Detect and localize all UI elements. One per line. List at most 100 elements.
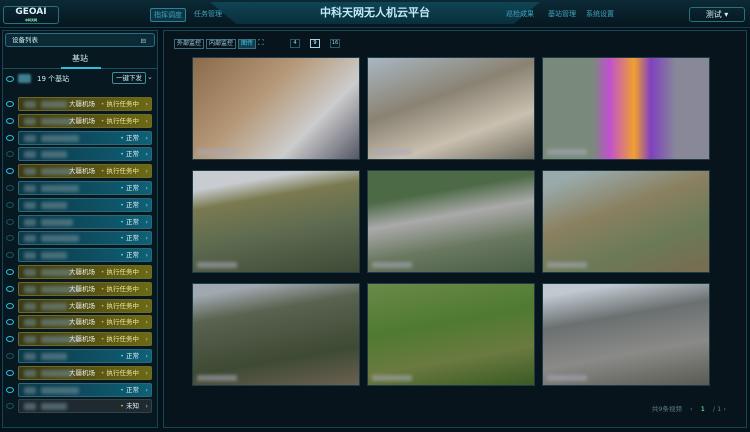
eye-icon[interactable]: [6, 353, 14, 359]
station-status: • 正常: [120, 251, 139, 260]
station-row[interactable]: • 正常 ›: [18, 231, 152, 246]
station-status: • 执行任务中: [100, 268, 139, 276]
eye-icon[interactable]: [6, 252, 14, 259]
station-row[interactable]: 大疆机场 • 执行任务中 ›: [18, 315, 152, 330]
station-name: 大疆机场: [69, 368, 95, 377]
nav-results[interactable]: 巡检成果: [506, 9, 534, 19]
video-caption: [197, 149, 237, 155]
eye-icon[interactable]: [6, 76, 14, 82]
grid-9-button[interactable]: 9: [310, 39, 320, 48]
video-feed-fish-ponds[interactable]: [192, 170, 360, 273]
eye-icon[interactable]: [6, 168, 14, 175]
nav-settings[interactable]: 系统设置: [586, 9, 614, 19]
chevron-right-icon: ›: [145, 167, 148, 176]
station-status: • 正常: [120, 217, 139, 226]
station-row[interactable]: 大疆机场 • 执行任务中 ›: [18, 281, 152, 296]
station-status: • 执行任务中: [100, 167, 139, 176]
station-row[interactable]: 大疆机场 • 执行任务中 ›: [18, 97, 152, 111]
eye-icon[interactable]: [6, 101, 14, 107]
station-row[interactable]: • 正常 ›: [18, 181, 152, 195]
station-row[interactable]: 大疆机场 • 执行任务中 ›: [18, 113, 152, 128]
video-feed-town-rooftops[interactable]: [367, 57, 535, 160]
station-row[interactable]: 大疆机场 • 执行任务中 ›: [18, 298, 152, 313]
station-row[interactable]: • 正常 ›: [18, 130, 152, 145]
tab-internal-monitor[interactable]: 内部监控: [206, 39, 237, 49]
eye-icon[interactable]: [6, 269, 14, 275]
pagination: 共9条视频 ‹ 1 / 1 ›: [652, 403, 726, 413]
station-count: 19 个基站: [37, 75, 70, 83]
user-menu[interactable]: 测试 ▾: [689, 7, 745, 22]
eye-icon[interactable]: [6, 302, 14, 309]
station-row[interactable]: 大疆机场 • 执行任务中 ›: [18, 332, 152, 347]
eye-icon[interactable]: [6, 235, 14, 242]
chevron-right-icon: ›: [145, 385, 148, 394]
video-caption: [372, 375, 412, 381]
nav-command[interactable]: 指挥调度: [150, 8, 186, 22]
chevron-right-icon: ›: [145, 301, 148, 310]
nav-tasks[interactable]: 任务管理: [194, 9, 222, 19]
eye-icon[interactable]: [6, 319, 14, 326]
station-status: • 正常: [120, 133, 139, 142]
page-title: 中科天网无人机云平台: [210, 2, 540, 24]
tab-image-transmission[interactable]: 图传: [238, 39, 257, 49]
chevron-right-icon: ›: [145, 100, 148, 108]
video-caption: [547, 375, 587, 381]
station-name: 大疆机场: [69, 284, 95, 293]
eye-icon[interactable]: [6, 386, 14, 393]
station-row[interactable]: • 正常 ›: [18, 382, 152, 397]
eye-icon[interactable]: [6, 218, 14, 225]
station-row[interactable]: • 正常 ›: [18, 214, 152, 229]
station-row[interactable]: • 正常 ›: [18, 147, 152, 162]
chevron-right-icon: ›: [145, 284, 148, 293]
video-feed-thermal-overlay[interactable]: [542, 57, 710, 160]
station-row[interactable]: 大疆机场 • 执行任务中 ›: [18, 265, 152, 279]
video-feed-village-fields[interactable]: [542, 170, 710, 273]
tab-external-monitor[interactable]: 外部监控: [174, 39, 205, 49]
station-status: • 正常: [120, 385, 139, 394]
grid-16-button[interactable]: 16: [330, 39, 340, 48]
logo: GEOAI 中科天网: [3, 6, 59, 24]
device-list-header: 设备列表 ⊟: [5, 33, 155, 47]
video-feed-forest-hills[interactable]: [192, 283, 360, 386]
collapse-icon[interactable]: ⊟: [141, 35, 146, 47]
station-row[interactable]: • 正常 ›: [18, 349, 152, 363]
station-row[interactable]: 大疆机场 • 执行任务中 ›: [18, 164, 152, 179]
chevron-right-icon: ›: [145, 402, 148, 411]
fullscreen-icon[interactable]: ⛶: [258, 38, 264, 48]
video-feed-farmland-tower[interactable]: [367, 283, 535, 386]
dispatch-all-button[interactable]: 一键下发: [112, 72, 146, 84]
chevron-right-icon: ›: [145, 352, 148, 360]
station-row[interactable]: • 正常 ›: [18, 197, 152, 212]
video-caption: [197, 262, 237, 268]
video-feed-highway[interactable]: [542, 283, 710, 386]
station-status: • 正常: [120, 352, 139, 360]
video-feed-construction-hillside[interactable]: [192, 57, 360, 160]
video-caption: [372, 262, 412, 268]
eye-icon[interactable]: [6, 369, 14, 376]
current-page[interactable]: 1: [701, 405, 705, 413]
video-feed-reservoir-village[interactable]: [367, 170, 535, 273]
station-row[interactable]: • 未知 ›: [18, 399, 152, 414]
station-status: • 执行任务中: [100, 368, 139, 377]
tab-stations[interactable]: 基站: [3, 53, 157, 69]
eye-icon[interactable]: [6, 336, 14, 343]
eye-icon[interactable]: [6, 134, 14, 141]
device-list-panel: 设备列表 ⊟ 基站 19 个基站 一键下发 ⌄ 大疆机场 • 执行任务中 › 大疆…: [2, 30, 158, 428]
station-status: • 执行任务中: [100, 116, 139, 125]
station-status: • 正常: [120, 234, 139, 243]
eye-icon[interactable]: [6, 201, 14, 208]
chevron-right-icon: ›: [145, 116, 148, 125]
eye-icon[interactable]: [6, 151, 14, 158]
prev-page-button[interactable]: ‹: [690, 405, 693, 413]
eye-icon[interactable]: [6, 117, 14, 124]
eye-icon[interactable]: [6, 185, 14, 191]
eye-icon[interactable]: [6, 403, 14, 410]
video-count: 共9条视频: [651, 405, 682, 413]
nav-stations[interactable]: 基站管理: [548, 9, 576, 19]
eye-icon[interactable]: [6, 285, 14, 292]
grid-4-button[interactable]: 4: [290, 39, 300, 48]
station-row[interactable]: • 正常 ›: [18, 248, 152, 263]
station-row[interactable]: 大疆机场 • 执行任务中 ›: [18, 365, 152, 380]
chevron-down-icon[interactable]: ⌄: [147, 73, 153, 81]
next-page-button[interactable]: ›: [723, 405, 726, 413]
